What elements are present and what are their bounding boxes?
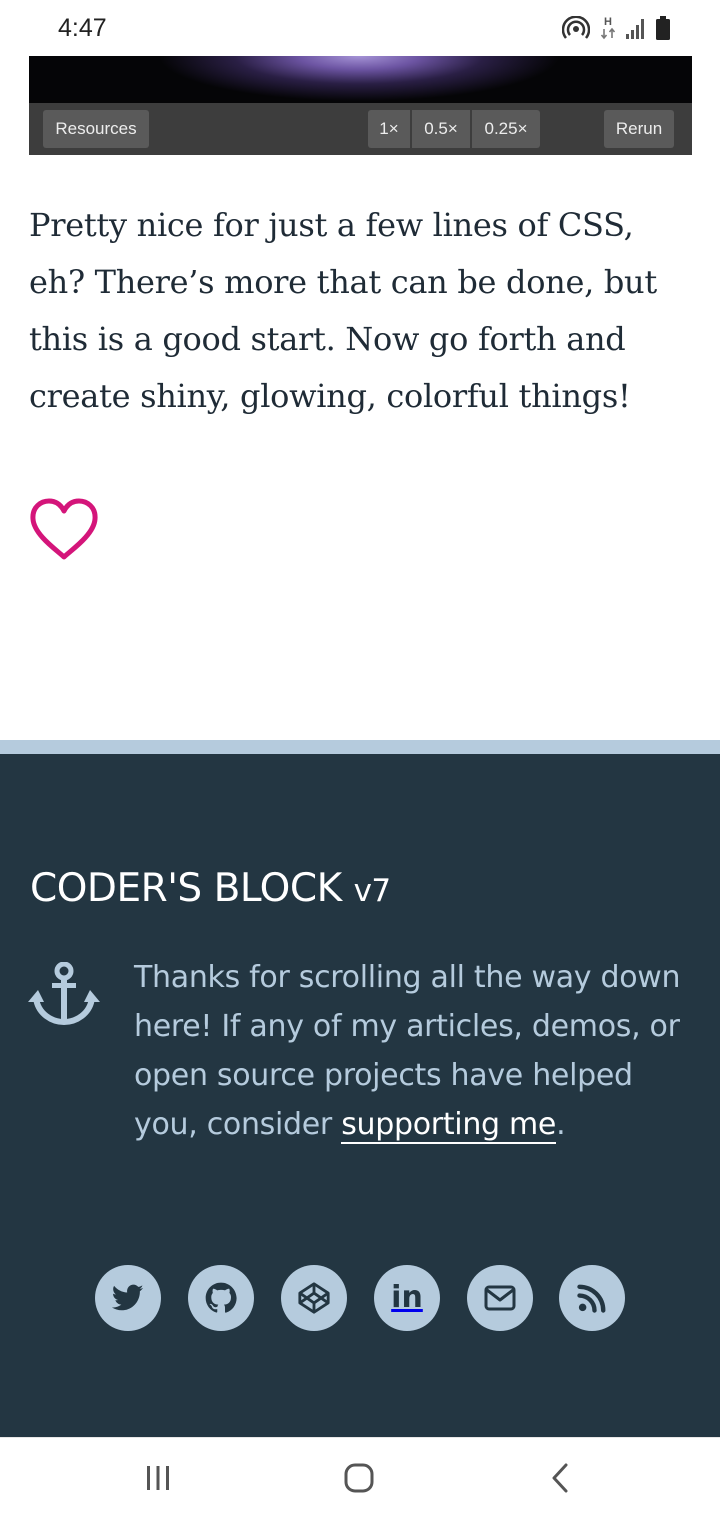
data-transfer-icon: H — [600, 15, 616, 41]
email-link[interactable] — [467, 1265, 533, 1331]
status-icons: H — [562, 14, 670, 42]
hotspot-icon — [562, 16, 590, 40]
speed-1x-button[interactable]: 1× — [368, 110, 410, 148]
heart-outline-icon[interactable] — [28, 497, 100, 563]
battery-icon — [656, 16, 670, 40]
site-name: CODER'S BLOCK — [30, 866, 342, 911]
status-bar: 4:47 H — [0, 0, 720, 56]
rerun-button[interactable]: Rerun — [604, 110, 674, 148]
rss-link[interactable] — [559, 1265, 625, 1331]
home-button[interactable] — [339, 1460, 379, 1500]
linkedin-icon: in — [391, 1279, 423, 1315]
footer-title: CODER'S BLOCK v7 — [30, 866, 391, 911]
github-icon — [205, 1282, 237, 1314]
email-icon — [484, 1285, 516, 1311]
rss-icon — [577, 1283, 607, 1313]
footer-message-end: . — [556, 1107, 566, 1142]
twitter-link[interactable] — [95, 1265, 161, 1331]
codepen-icon — [297, 1281, 331, 1315]
footer-stripe — [0, 740, 720, 754]
system-nav-bar — [0, 1437, 720, 1520]
back-icon — [548, 1462, 572, 1499]
supporting-me-link[interactable]: supporting me — [341, 1107, 556, 1144]
site-footer: CODER'S BLOCK v7 Thanks for scrolling al… — [0, 754, 720, 1437]
embed-toolbar: Resources 1× 0.5× 0.25× Rerun — [29, 103, 692, 155]
embed-preview — [29, 56, 692, 103]
codepen-embed: Resources 1× 0.5× 0.25× Rerun — [29, 56, 692, 155]
speed-0-5x-button[interactable]: 0.5× — [412, 110, 470, 148]
codepen-link[interactable] — [281, 1265, 347, 1331]
signal-icon — [626, 17, 646, 39]
linkedin-link[interactable]: in — [374, 1265, 440, 1331]
github-link[interactable] — [188, 1265, 254, 1331]
home-icon — [343, 1462, 375, 1499]
recent-apps-icon — [144, 1464, 172, 1497]
back-button[interactable] — [540, 1460, 580, 1500]
twitter-icon — [112, 1284, 144, 1312]
svg-text:H: H — [604, 16, 612, 28]
recent-apps-button[interactable] — [138, 1460, 178, 1500]
footer-message: Thanks for scrolling all the way down he… — [134, 953, 694, 1149]
site-version: v7 — [353, 873, 392, 909]
speed-0-25x-button[interactable]: 0.25× — [472, 110, 540, 148]
anchor-icon — [28, 961, 100, 1028]
resources-button[interactable]: Resources — [43, 110, 149, 148]
article-paragraph: Pretty nice for just a few lines of CSS,… — [29, 206, 657, 415]
status-time: 4:47 — [58, 14, 107, 42]
